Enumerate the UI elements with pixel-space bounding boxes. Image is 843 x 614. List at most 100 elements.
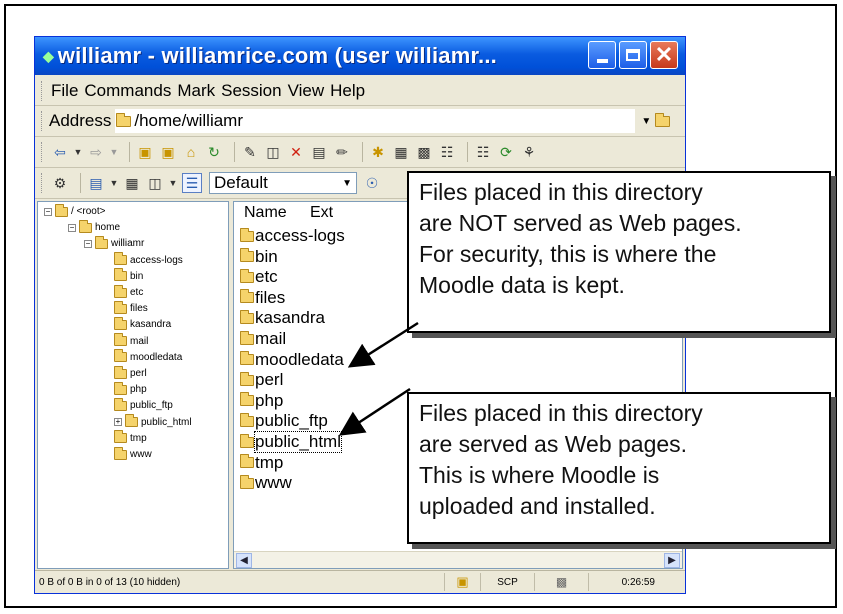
sort-dropdown-icon[interactable]: ▼ <box>169 174 178 192</box>
synchronize-icon[interactable]: ⟳ <box>497 143 515 161</box>
sort-icon[interactable]: ◫ <box>146 174 164 192</box>
list-item[interactable]: www <box>240 473 292 493</box>
title-bar[interactable]: ◆ williamr - williamrice.com (user willi… <box>35 37 685 75</box>
list-item[interactable]: access-logs <box>240 226 345 246</box>
parent-directory-icon[interactable]: ▣ <box>136 143 154 161</box>
tree-item[interactable]: − / <root> <box>44 203 105 217</box>
view-dropdown-icon[interactable]: ▼ <box>110 174 119 192</box>
horizontal-scrollbar[interactable]: ◀ ▶ <box>234 551 682 568</box>
scroll-left-icon[interactable]: ◀ <box>236 553 252 568</box>
scroll-right-icon[interactable]: ▶ <box>664 553 680 568</box>
folder-icon <box>240 433 254 448</box>
tree-item-label: php <box>130 384 147 396</box>
list-item-label: php <box>255 390 284 410</box>
tree-item[interactable]: www <box>114 446 152 460</box>
delete-icon[interactable]: ✕ <box>287 143 305 161</box>
list-item[interactable]: php <box>240 391 283 411</box>
back-icon[interactable]: ⇦ <box>51 143 69 161</box>
preferences-icon[interactable]: ⚙ <box>51 174 69 192</box>
transfer-settings-select[interactable]: Default ▼ <box>209 172 357 194</box>
separator <box>234 142 235 162</box>
forward-dropdown-icon[interactable]: ▼ <box>110 143 119 161</box>
list-item[interactable]: mail <box>240 329 286 349</box>
close-button[interactable]: ✕ <box>650 41 678 69</box>
menu-view[interactable]: View <box>288 81 325 101</box>
refresh-icon[interactable]: ↻ <box>205 143 223 161</box>
list-item[interactable]: etc <box>240 267 278 287</box>
navigation-toolbar: ⇦ ▼ ⇨ ▼ ▣ ▣ ⌂ ↻ ✎ ◫ ✕ ▤ ✏ ✱ ▦ ▩ ☷ ☷ ⟳ ⚘ <box>35 137 685 168</box>
folder-icon <box>114 333 127 347</box>
forward-icon[interactable]: ⇨ <box>87 143 105 161</box>
globe-icon[interactable]: ☉ <box>363 174 381 192</box>
separator <box>129 142 130 162</box>
new-folder-icon[interactable]: ✱ <box>369 143 387 161</box>
find-files-icon[interactable]: ⚘ <box>520 143 538 161</box>
home-directory-icon[interactable]: ⌂ <box>182 143 200 161</box>
toolbar-grip[interactable] <box>41 173 45 193</box>
list-item-label: perl <box>255 370 284 390</box>
toolbar-grip[interactable] <box>41 111 45 131</box>
edit-icon[interactable]: ✎ <box>241 143 259 161</box>
rename-icon[interactable]: ✏ <box>333 143 351 161</box>
menu-mark[interactable]: Mark <box>177 81 215 101</box>
list-item[interactable]: files <box>240 288 285 308</box>
folder-icon <box>114 300 127 314</box>
minimize-button[interactable] <box>588 41 616 69</box>
tree-item[interactable]: kasandra <box>114 316 171 330</box>
menu-session[interactable]: Session <box>221 81 281 101</box>
tree-item[interactable]: files <box>114 300 148 314</box>
list-item[interactable]: kasandra <box>240 308 325 328</box>
separator <box>80 173 81 193</box>
tree-item[interactable]: tmp <box>114 430 147 444</box>
tree-item[interactable]: moodledata <box>114 349 182 363</box>
directory-tree[interactable]: − / <root> − home − williamr access-logs bin etc… <box>37 201 229 569</box>
toolbar-grip[interactable] <box>41 142 45 162</box>
add-edit-link-icon[interactable]: ▦ <box>392 143 410 161</box>
column-header-ext[interactable]: Ext <box>310 204 333 222</box>
collapse-icon[interactable]: − <box>68 223 76 232</box>
folder-icon <box>240 268 254 283</box>
list-item[interactable]: moodledata <box>240 350 344 370</box>
filter-icon[interactable]: ▦ <box>123 174 141 192</box>
maximize-button[interactable] <box>619 41 647 69</box>
collapse-icon[interactable]: − <box>44 207 52 216</box>
address-field[interactable]: /home/williamr <box>115 109 636 133</box>
collapse-icon[interactable]: − <box>84 239 92 248</box>
tree-item[interactable]: php <box>114 381 147 396</box>
tree-toggle-icon[interactable]: ☰ <box>182 173 202 193</box>
properties-icon[interactable]: ▤ <box>310 143 328 161</box>
folder-icon <box>116 112 132 127</box>
dropdown-arrow-icon[interactable]: ▼ <box>641 116 651 127</box>
expand-icon[interactable]: + <box>114 418 122 427</box>
open-icon[interactable]: ◫ <box>264 143 282 161</box>
tree-item[interactable]: + public_html <box>114 414 192 428</box>
back-dropdown-icon[interactable]: ▼ <box>74 143 83 161</box>
tree-item[interactable]: public_ftp <box>114 397 173 411</box>
tree-item[interactable]: etc <box>114 284 143 298</box>
menu-commands[interactable]: Commands <box>84 81 171 101</box>
separator <box>467 142 468 162</box>
tree-item-label: home <box>95 222 121 234</box>
list-item[interactable]: perl <box>240 370 283 390</box>
folder-icon <box>240 309 254 324</box>
menu-file[interactable]: File <box>51 81 78 101</box>
putty-icon[interactable]: ☷ <box>438 143 456 161</box>
menu-help[interactable]: Help <box>330 81 365 101</box>
tree-item[interactable]: mail <box>114 333 148 347</box>
open-folder-icon[interactable] <box>655 112 671 127</box>
column-header-name[interactable]: Name <box>244 204 310 222</box>
copy-icon[interactable]: ☷ <box>474 143 492 161</box>
tree-item[interactable]: perl <box>114 365 147 379</box>
tree-item[interactable]: − williamr <box>84 235 144 249</box>
tree-item[interactable]: − home <box>68 219 121 234</box>
list-item[interactable]: bin <box>240 247 278 267</box>
list-item[interactable]: tmp <box>240 453 283 473</box>
list-item[interactable]: public_html <box>240 431 342 453</box>
tree-item[interactable]: access-logs <box>114 252 183 266</box>
view-mode-icon[interactable]: ▤ <box>87 174 105 192</box>
toolbar-grip[interactable] <box>41 81 45 101</box>
list-item[interactable]: public_ftp <box>240 411 328 431</box>
console-icon[interactable]: ▩ <box>415 143 433 161</box>
tree-item[interactable]: bin <box>114 268 143 282</box>
root-directory-icon[interactable]: ▣ <box>159 143 177 161</box>
